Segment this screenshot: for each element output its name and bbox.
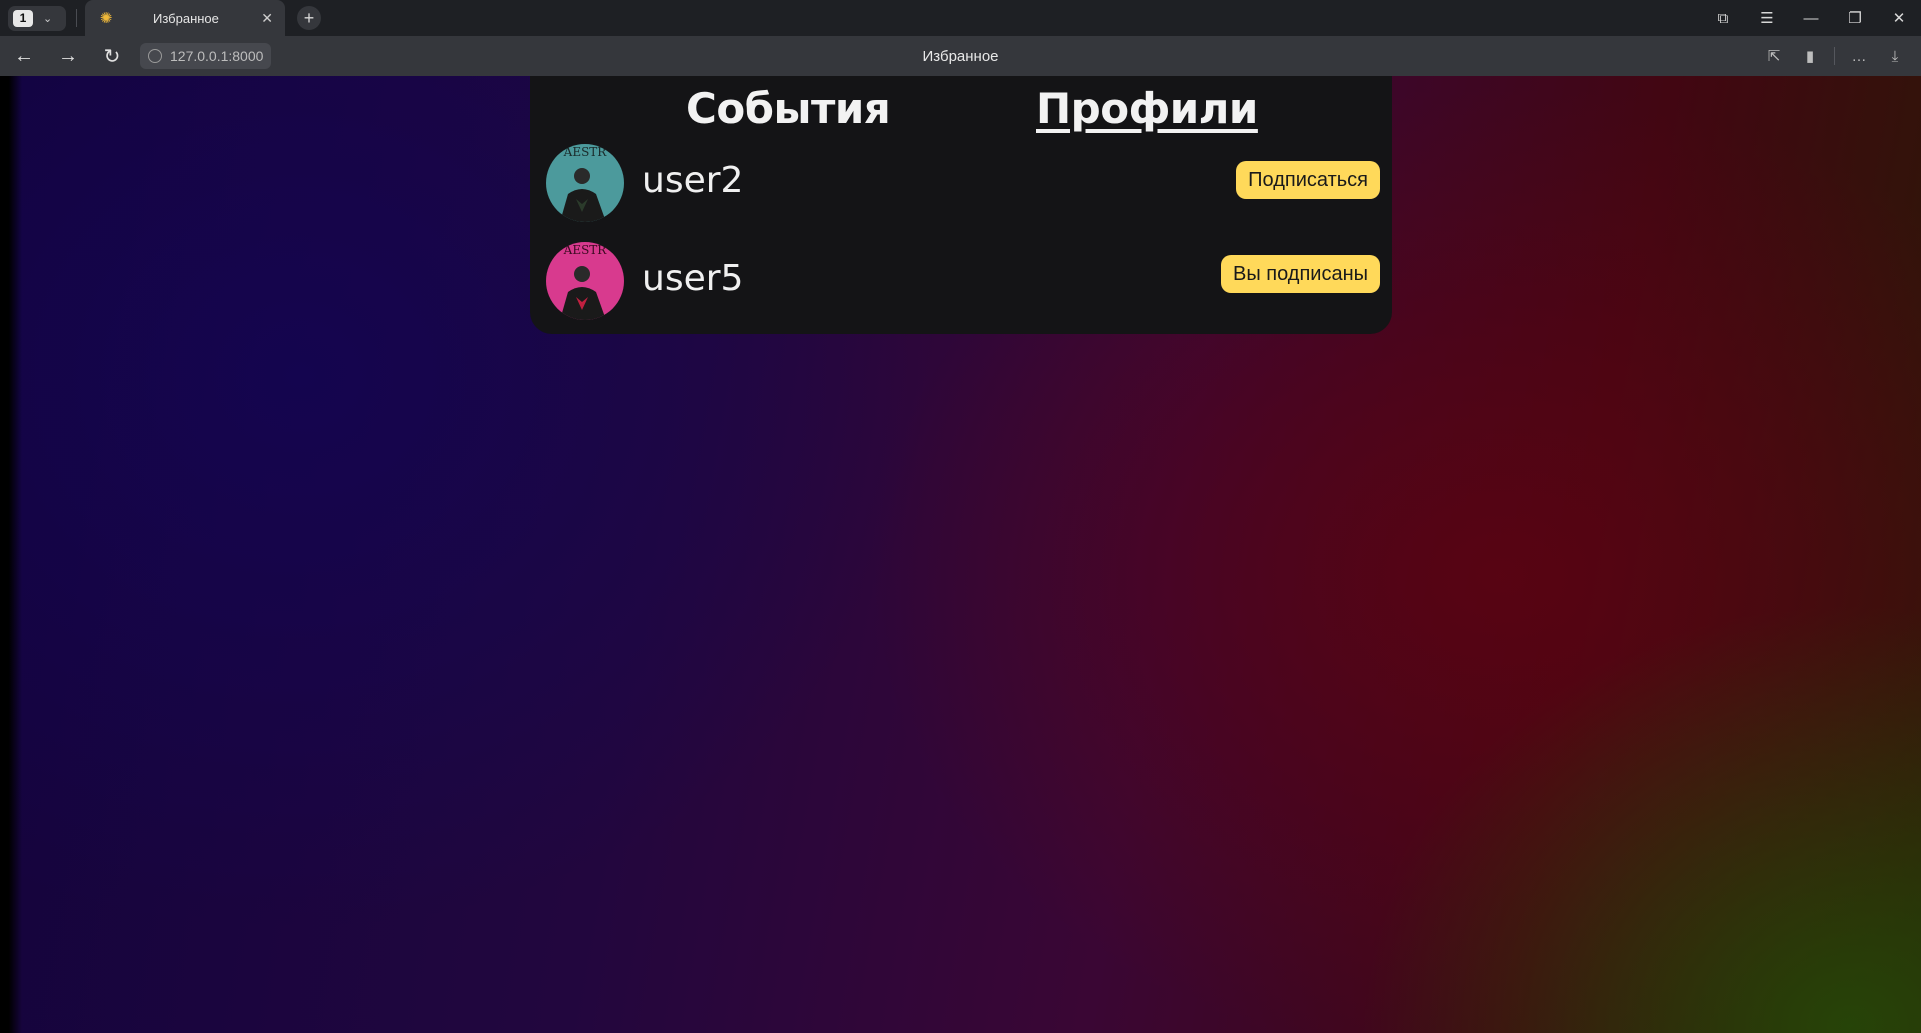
tab-profiles[interactable]: Профили bbox=[1036, 84, 1258, 133]
restore-icon[interactable]: ❐ bbox=[1833, 0, 1877, 36]
close-tab-icon[interactable]: ✕ bbox=[261, 10, 273, 27]
menu-icon[interactable]: ☰ bbox=[1745, 0, 1789, 36]
tab-count: 1 bbox=[13, 9, 33, 27]
svg-text:AESTR: AESTR bbox=[563, 243, 608, 257]
tab-title: Избранное bbox=[153, 10, 219, 26]
subscribe-button[interactable]: Подписаться bbox=[1236, 161, 1380, 199]
reload-icon[interactable]: ↻ bbox=[90, 36, 134, 76]
close-window-icon[interactable]: ✕ bbox=[1877, 0, 1921, 36]
subscribed-button[interactable]: Вы подписаны bbox=[1221, 255, 1380, 293]
profile-username[interactable]: user2 bbox=[642, 160, 743, 201]
url-text: 127.0.0.1:8000 bbox=[170, 48, 264, 64]
window-controls: ⧉ ☰ — ❐ ✕ bbox=[1701, 0, 1921, 36]
tab-events[interactable]: События bbox=[686, 84, 891, 133]
back-icon[interactable]: ← bbox=[2, 36, 46, 76]
profile-row: AESTR user2 Подписаться bbox=[530, 144, 1392, 224]
tabstrip-divider bbox=[76, 9, 77, 27]
avatar[interactable]: AESTR bbox=[546, 144, 624, 222]
address-bar[interactable]: 127.0.0.1:8000 bbox=[140, 43, 272, 69]
profile-row: AESTR user5 Вы подписаны bbox=[530, 242, 1392, 322]
browser-tab-active[interactable]: ✺ Избранное ✕ bbox=[85, 0, 285, 36]
avatar[interactable]: AESTR bbox=[546, 242, 624, 320]
minimize-icon[interactable]: — bbox=[1789, 0, 1833, 36]
bookmark-icon[interactable]: ▮ bbox=[1792, 36, 1828, 76]
collections-icon[interactable]: ⧉ bbox=[1701, 0, 1745, 36]
favicon-icon: ✺ bbox=[99, 10, 113, 27]
svg-text:AESTR: AESTR bbox=[563, 145, 608, 159]
more-icon[interactable]: … bbox=[1841, 36, 1877, 76]
chevron-down-icon: ⌄ bbox=[43, 12, 53, 25]
forward-icon[interactable]: → bbox=[46, 36, 90, 76]
browser-toolbar: ← → ↻ 127.0.0.1:8000 Избранное ⇱ ▮ … ⤓ bbox=[0, 36, 1921, 76]
download-icon[interactable]: ⤓ bbox=[1877, 36, 1913, 76]
tab-counter-button[interactable]: 1 ⌄ bbox=[8, 5, 66, 31]
background-edge bbox=[0, 76, 22, 1033]
profile-username[interactable]: user5 bbox=[642, 258, 743, 299]
toolbar-divider bbox=[1834, 47, 1835, 65]
favorites-tabs: События Профили bbox=[530, 84, 1392, 134]
page-viewport: События Профили AESTR user2 Подписаться bbox=[0, 76, 1921, 1033]
toolbar-actions: ⇱ ▮ … ⤓ bbox=[1756, 36, 1913, 76]
page-title: Избранное bbox=[922, 47, 999, 65]
new-tab-button[interactable]: + bbox=[297, 6, 321, 30]
site-info-icon[interactable] bbox=[148, 49, 162, 63]
share-icon[interactable]: ⇱ bbox=[1756, 36, 1792, 76]
browser-tabstrip: 1 ⌄ ✺ Избранное ✕ + ⧉ ☰ — ❐ ✕ bbox=[0, 0, 1921, 36]
favorites-card: События Профили AESTR user2 Подписаться bbox=[530, 76, 1392, 334]
